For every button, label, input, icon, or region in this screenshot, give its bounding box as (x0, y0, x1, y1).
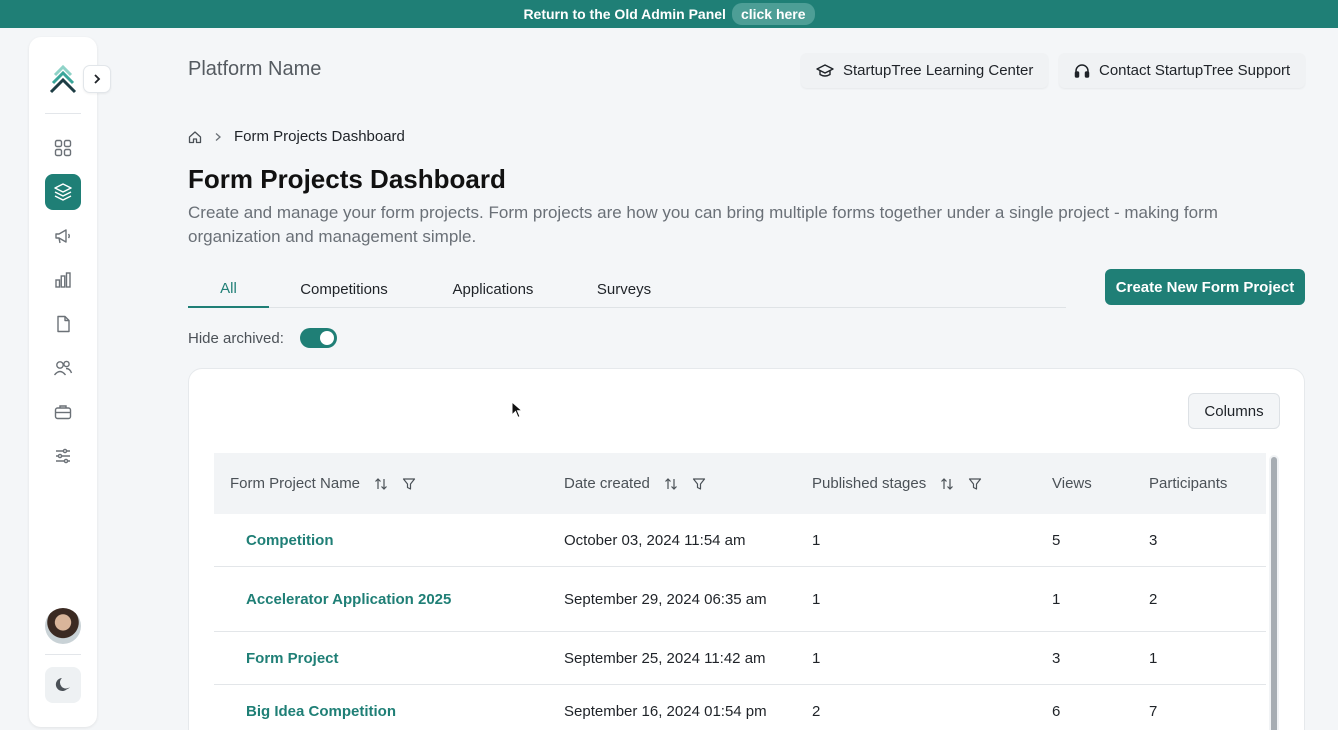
dark-mode-button[interactable] (45, 667, 81, 703)
filter-icon[interactable] (402, 477, 416, 491)
contact-support-button[interactable]: Contact StartupTree Support (1059, 53, 1306, 88)
breadcrumb-current: Form Projects Dashboard (234, 128, 405, 145)
home-icon[interactable] (188, 130, 202, 144)
views-cell: 1 (1052, 590, 1061, 608)
learning-center-button[interactable]: StartupTree Learning Center (801, 53, 1049, 88)
contact-support-label: Contact StartupTree Support (1099, 62, 1291, 79)
views-cell: 5 (1052, 531, 1061, 549)
date-cell: September 25, 2024 11:42 am (564, 649, 766, 667)
project-name-link[interactable]: Accelerator Application 2025 (246, 567, 451, 631)
graduation-cap-icon (816, 63, 834, 77)
sidebar-item-announcements[interactable] (45, 218, 81, 254)
chevron-right-icon (215, 132, 221, 141)
page-description: Create and manage your form projects. Fo… (188, 203, 1218, 246)
project-name-link[interactable]: Form Project (246, 632, 339, 684)
banner-text: Return to the Old Admin Panel (523, 6, 726, 22)
file-icon (57, 315, 70, 333)
date-cell: September 29, 2024 06:35 am (564, 590, 767, 608)
filter-icon[interactable] (968, 477, 982, 491)
participants-cell: 1 (1149, 649, 1158, 667)
table-row[interactable]: Big Idea Competition September 16, 2024 … (214, 685, 1266, 730)
create-form-project-button[interactable]: Create New Form Project (1105, 269, 1305, 305)
sliders-icon (56, 448, 70, 464)
column-header-participants[interactable]: Participants (1149, 453, 1227, 514)
expand-sidebar-button[interactable] (83, 65, 111, 93)
sidebar-item-documents[interactable] (45, 306, 81, 342)
moon-icon (55, 678, 70, 691)
views-cell: 3 (1052, 649, 1061, 667)
table-row[interactable]: Accelerator Application 2025 September 2… (214, 567, 1266, 632)
sidebar-item-dashboard[interactable] (45, 130, 81, 166)
stages-cell: 2 (812, 702, 821, 720)
tab-bar: All Competitions Applications Surveys (188, 270, 1066, 308)
sidebar-item-users[interactable] (45, 350, 81, 386)
column-header-views[interactable]: Views (1052, 453, 1092, 514)
column-header-stages[interactable]: Published stages (812, 453, 982, 514)
bar-chart-icon (55, 272, 71, 288)
startuptree-logo-icon[interactable] (49, 63, 77, 95)
tab-all[interactable]: All (188, 270, 269, 308)
project-name-link[interactable]: Big Idea Competition (246, 685, 396, 730)
headphones-icon (1074, 63, 1090, 78)
stages-cell: 1 (812, 649, 821, 667)
sort-icon[interactable] (664, 477, 678, 491)
stages-cell: 1 (812, 590, 821, 608)
admin-banner: Return to the Old Admin Panel click here (0, 0, 1338, 28)
user-avatar[interactable] (45, 608, 81, 644)
columns-button[interactable]: Columns (1188, 393, 1280, 429)
form-projects-table: Form Project Name Date created Published… (214, 453, 1266, 730)
date-cell: September 16, 2024 01:54 pm (564, 702, 767, 720)
participants-cell: 3 (1149, 531, 1158, 549)
filter-icon[interactable] (692, 477, 706, 491)
table-row[interactable]: Form Project September 25, 2024 11:42 am… (214, 632, 1266, 685)
sidebar-item-settings[interactable] (45, 438, 81, 474)
participants-cell: 7 (1149, 702, 1158, 720)
tab-applications[interactable]: Applications (443, 270, 543, 308)
briefcase-icon (54, 405, 72, 420)
breadcrumb: Form Projects Dashboard (188, 128, 405, 145)
table-row[interactable]: Competition October 03, 2024 11:54 am 1 … (214, 514, 1266, 567)
sort-icon[interactable] (940, 477, 954, 491)
hide-archived-toggle[interactable] (299, 328, 337, 348)
sort-icon[interactable] (374, 477, 388, 491)
grid-icon (54, 139, 72, 157)
layers-icon (54, 183, 72, 201)
stages-cell: 1 (812, 531, 821, 549)
page-title: Form Projects Dashboard (188, 164, 506, 194)
views-cell: 6 (1052, 702, 1061, 720)
sidebar (29, 37, 97, 727)
hide-archived-label: Hide archived: (188, 329, 284, 347)
sidebar-item-opportunities[interactable] (45, 394, 81, 430)
megaphone-icon (55, 229, 70, 244)
mouse-cursor-icon (511, 401, 523, 419)
column-header-name[interactable]: Form Project Name (230, 453, 416, 514)
form-projects-card: Columns Form Project Name Date created P… (188, 368, 1305, 730)
table-scrollbar[interactable] (1269, 455, 1279, 730)
learning-center-label: StartupTree Learning Center (843, 62, 1034, 79)
sidebar-divider (45, 654, 81, 655)
table-header: Form Project Name Date created Published… (214, 453, 1266, 514)
old-admin-link[interactable]: click here (731, 3, 815, 25)
project-name-link[interactable]: Competition (246, 514, 334, 566)
hide-archived-control: Hide archived: (188, 328, 337, 348)
platform-name: Platform Name (188, 58, 322, 80)
sidebar-item-analytics[interactable] (45, 262, 81, 298)
sidebar-divider (45, 113, 81, 114)
users-icon (53, 360, 73, 376)
column-header-date[interactable]: Date created (564, 453, 706, 514)
chevron-right-icon (94, 74, 101, 84)
tab-surveys[interactable]: Surveys (586, 270, 662, 308)
participants-cell: 2 (1149, 590, 1158, 608)
sidebar-item-form-projects[interactable] (45, 174, 81, 210)
tab-competitions[interactable]: Competitions (288, 270, 400, 308)
date-cell: October 03, 2024 11:54 am (564, 531, 746, 549)
